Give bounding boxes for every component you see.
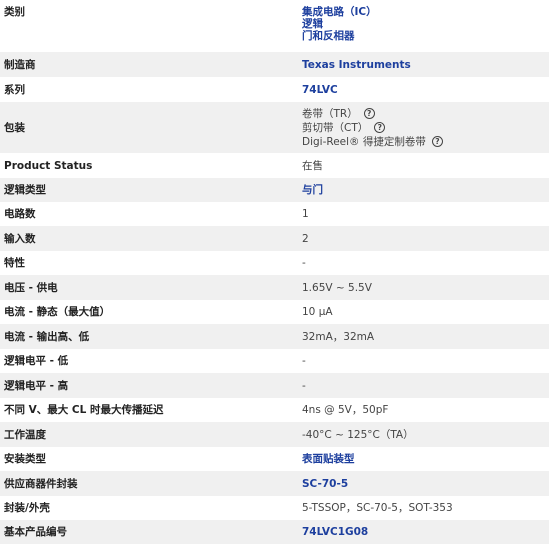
row-logic-level-low: 逻辑电平 - 低 - [0,349,549,373]
row-value: 在售 [298,153,549,178]
row-features: 特性 - [0,251,549,275]
row-circuits: 电路数 1 [0,202,549,226]
row-label: 制造商 [0,52,298,77]
row-value: 74LVC [298,77,549,102]
row-logic-level-high: 逻辑电平 - 高 - [0,373,549,398]
row-category: 类别 集成电路（IC） 逻辑 门和反相器 [0,0,549,52]
row-label: 工作温度 [0,422,298,447]
row-value: 1 [298,202,549,226]
question-circle-icon[interactable]: ? [431,136,443,147]
row-label: 封装/外壳 [0,496,298,520]
question-circle-icon[interactable]: ? [363,108,375,119]
row-label: 逻辑类型 [0,178,298,202]
row-packaging: 包装 卷带（TR） ? 剪切带（CT） ? Digi-Reel® 得捷定制卷带 … [0,102,549,153]
row-value: - [298,373,549,398]
row-product-status: Product Status 在售 [0,153,549,178]
row-supply-voltage: 电压 - 供电 1.65V ~ 5.5V [0,275,549,300]
packaging-options: 卷带（TR） ? 剪切带（CT） ? Digi-Reel® 得捷定制卷带 ? [298,102,549,153]
row-value: 4ns @ 5V，50pF [298,398,549,422]
row-value: - [298,251,549,275]
row-value: 5-TSSOP，SC-70-5，SOT-353 [298,496,549,520]
row-propagation-delay: 不同 V、最大 CL 时最大传播延迟 4ns @ 5V，50pF [0,398,549,422]
packaging-option: 卷带（TR） ? [302,107,545,121]
category-link-gates[interactable]: 门和反相器 [302,30,545,42]
row-label: 不同 V、最大 CL 时最大传播延迟 [0,398,298,422]
row-package-case: 封装/外壳 5-TSSOP，SC-70-5，SOT-353 [0,496,549,520]
row-label: 类别 [0,0,298,52]
row-value: -40°C ~ 125°C（TA） [298,422,549,447]
row-series: 系列 74LVC [0,77,549,102]
category-link-ic[interactable]: 集成电路（IC） [302,6,545,18]
row-logic-type: 逻辑类型 与门 [0,178,549,202]
packaging-label: 剪切带（CT） [302,121,369,134]
row-label: 电路数 [0,202,298,226]
row-output-current: 电流 - 输出高、低 32mA，32mA [0,324,549,349]
row-label: 逻辑电平 - 低 [0,349,298,373]
question-circle-icon[interactable]: ? [374,122,386,133]
row-manufacturer: 制造商 Texas Instruments [0,52,549,77]
row-value: 1.65V ~ 5.5V [298,275,549,300]
row-value: 2 [298,226,549,251]
packaging-label: 卷带（TR） [302,107,358,120]
logic-type-link[interactable]: 与门 [302,184,545,196]
row-label: 电压 - 供电 [0,275,298,300]
category-link-logic[interactable]: 逻辑 [302,18,545,30]
row-value: Texas Instruments [298,52,549,77]
mounting-type-link[interactable]: 表面贴装型 [302,453,545,465]
row-value: 32mA，32mA [298,324,549,349]
packaging-label: Digi-Reel® 得捷定制卷带 [302,135,426,148]
row-inputs: 输入数 2 [0,226,549,251]
row-value: 与门 [298,178,549,202]
row-base-product-number: 基本产品编号 74LVC1G08 [0,520,549,544]
product-attributes-table: 类别 集成电路（IC） 逻辑 门和反相器 制造商 Texas Instrumen… [0,0,549,544]
row-mounting-type: 安装类型 表面贴装型 [0,447,549,471]
row-label: 逻辑电平 - 高 [0,373,298,398]
row-value: 10 µA [298,300,549,324]
row-quiescent-current: 电流 - 静态（最大值） 10 µA [0,300,549,324]
manufacturer-link[interactable]: Texas Instruments [302,59,545,71]
row-label: 安装类型 [0,447,298,471]
base-product-link[interactable]: 74LVC1G08 [302,526,545,538]
row-value: 74LVC1G08 [298,520,549,544]
row-label: 电流 - 静态（最大值） [0,300,298,324]
row-label: 特性 [0,251,298,275]
packaging-option: Digi-Reel® 得捷定制卷带 ? [302,135,545,149]
row-label: 输入数 [0,226,298,251]
row-value: - [298,349,549,373]
packaging-option: 剪切带（CT） ? [302,121,545,135]
row-label: 基本产品编号 [0,520,298,544]
category-links: 集成电路（IC） 逻辑 门和反相器 [298,0,549,52]
row-label: 供应商器件封装 [0,471,298,496]
supplier-package-link[interactable]: SC-70-5 [302,478,545,490]
row-supplier-device-package: 供应商器件封装 SC-70-5 [0,471,549,496]
row-label: 系列 [0,77,298,102]
row-value: SC-70-5 [298,471,549,496]
row-value: 表面贴装型 [298,447,549,471]
row-label: Product Status [0,153,298,178]
row-label: 电流 - 输出高、低 [0,324,298,349]
series-link[interactable]: 74LVC [302,84,545,96]
row-operating-temperature: 工作温度 -40°C ~ 125°C（TA） [0,422,549,447]
row-label: 包装 [0,102,298,153]
